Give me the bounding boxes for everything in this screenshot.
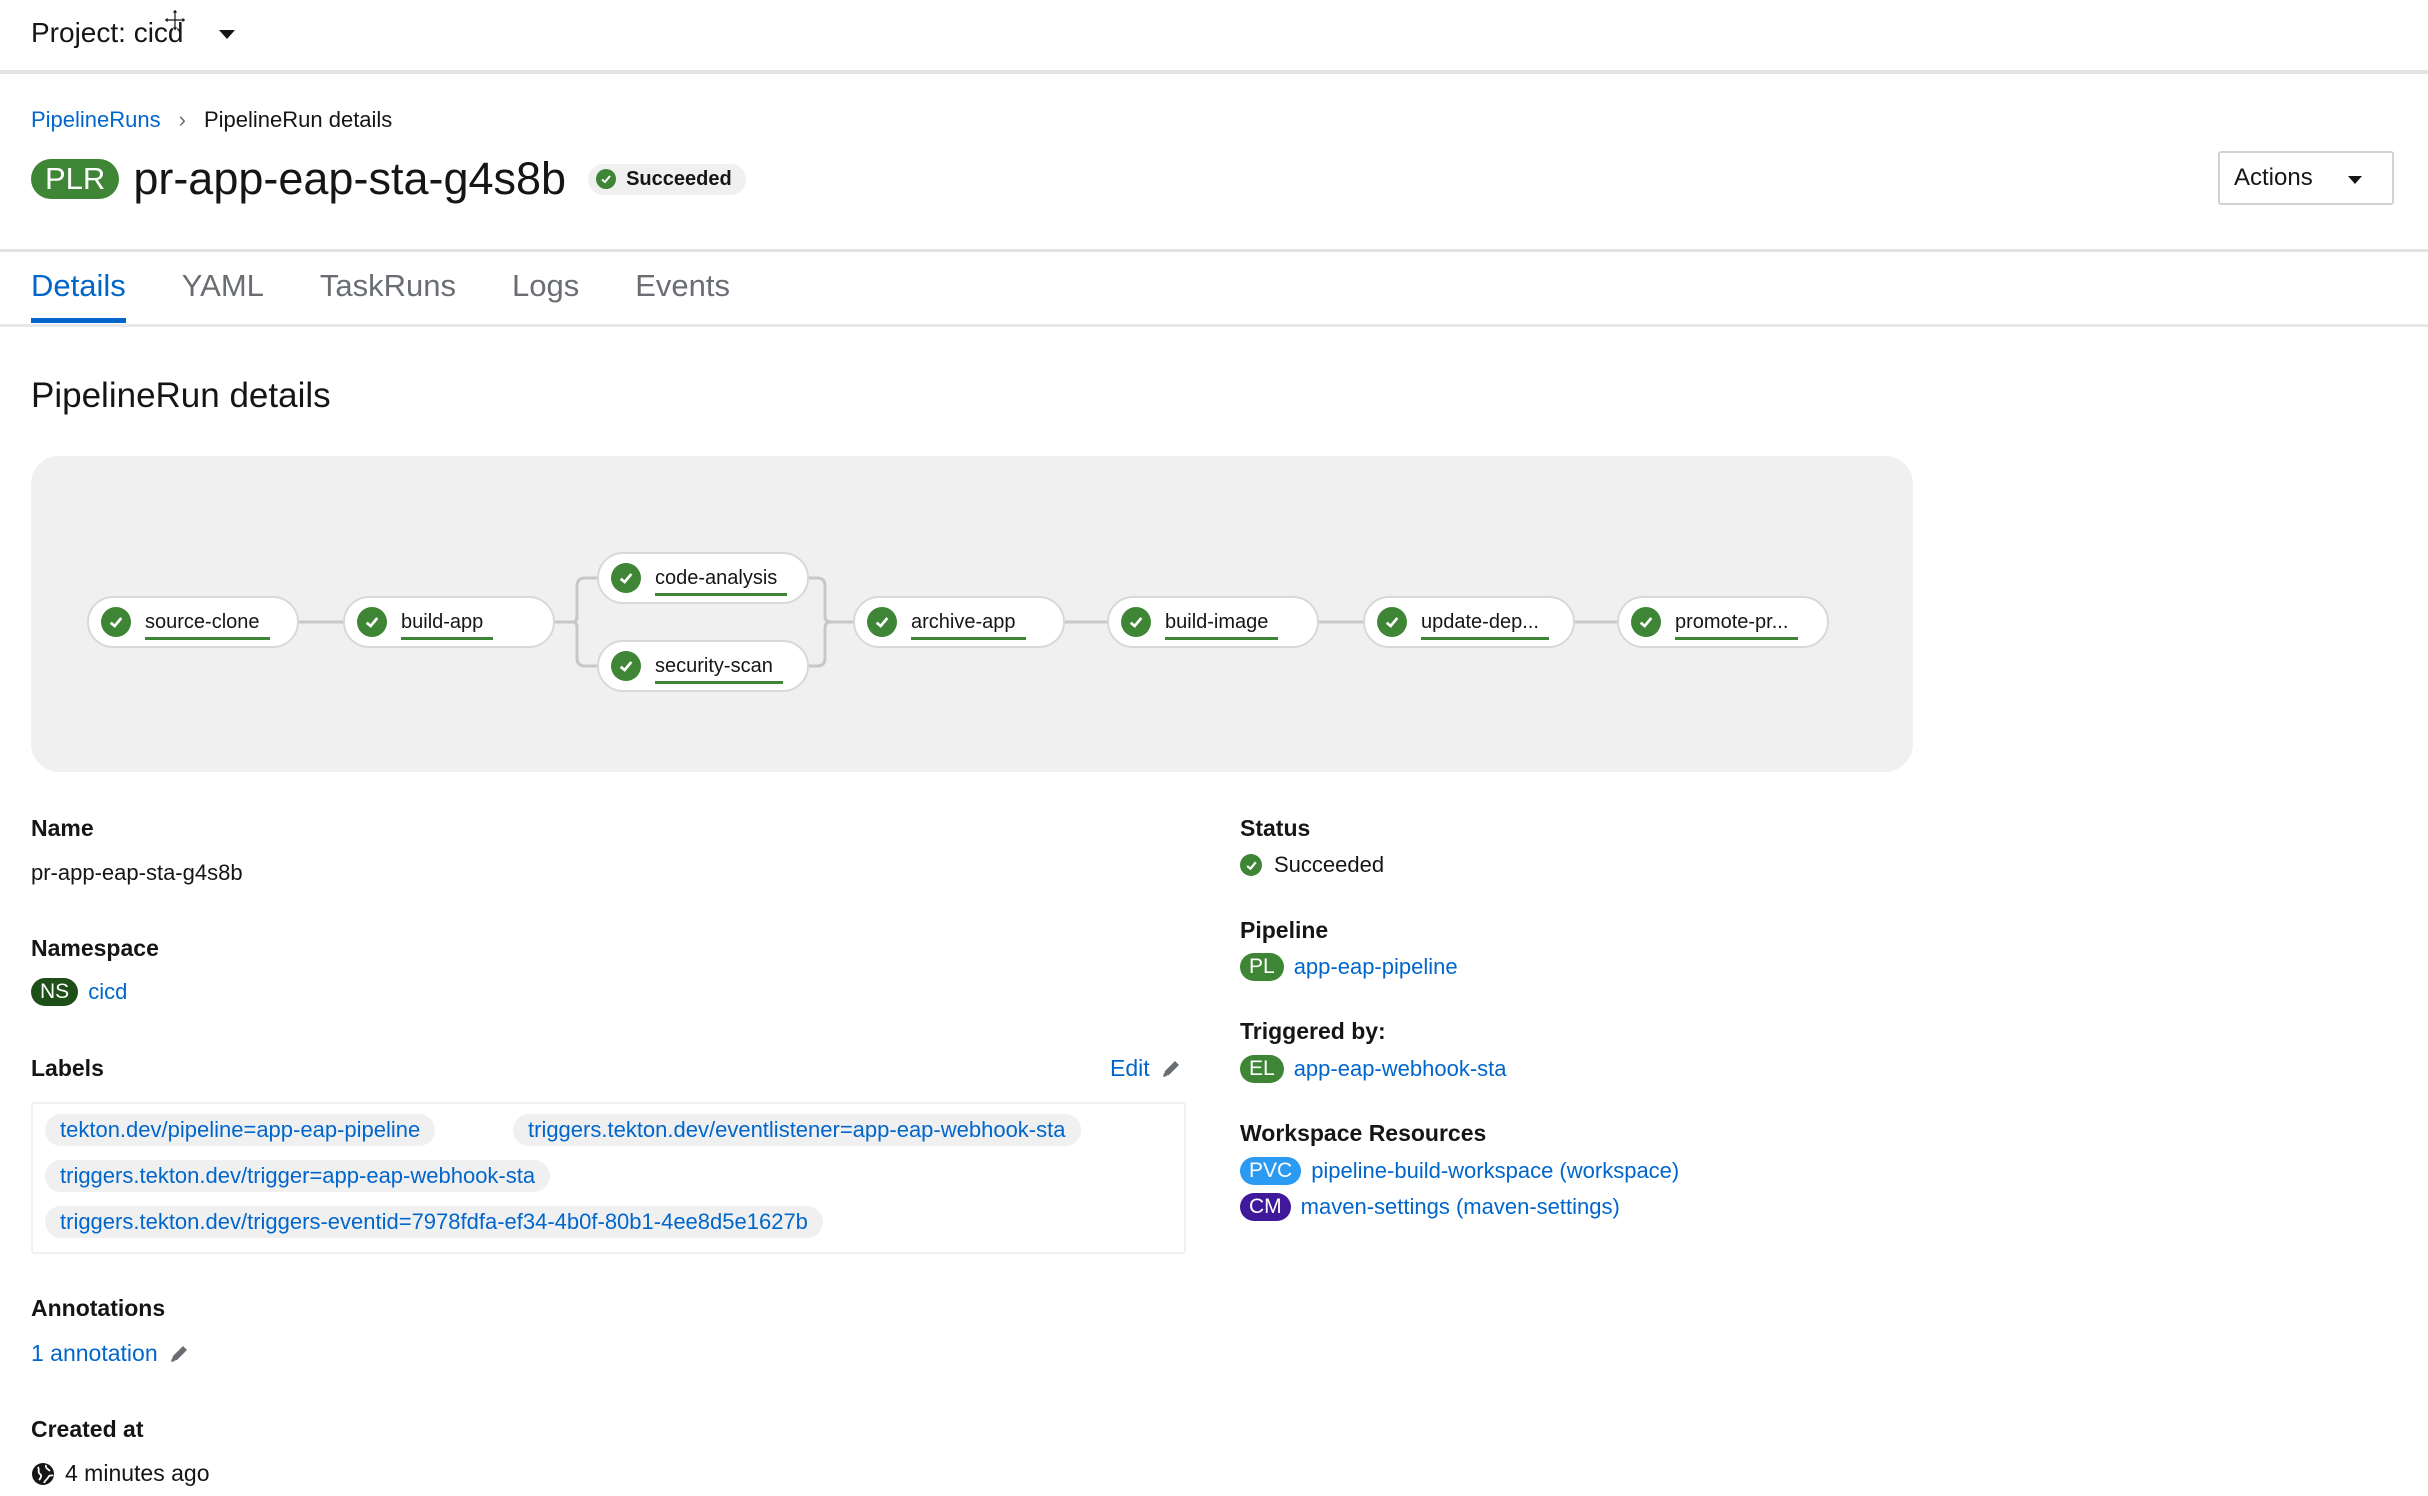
task-node-label: archive-app [911,610,1025,640]
eventlistener-badge: EL [1240,1055,1284,1083]
workspace-resources-term: Workspace Resources [1240,1120,1487,1146]
task-node-archive-app[interactable]: archive-app [853,596,1065,648]
task-node-promote[interactable]: promote-pr... [1617,596,1829,648]
edit-labels-label: Edit [1110,1055,1150,1081]
tab-yaml[interactable]: YAML [182,268,264,320]
status-value: Succeeded [1240,852,1384,878]
label-chip[interactable]: tekton.dev/pipeline=app-eap-pipeline [45,1114,436,1146]
task-node-label: update-dep... [1421,610,1549,640]
created-time: 4 minutes ago [65,1460,210,1486]
project-selector[interactable]: Project: cicd [31,17,184,49]
success-check-icon [867,607,897,637]
project-dropdown-caret-icon[interactable] [219,30,235,39]
pipeline-graph: source-clone build-app code-analysis sec… [31,456,1913,772]
task-node-security-scan[interactable]: security-scan [597,640,809,692]
breadcrumb-separator-icon: › [178,107,186,132]
pencil-icon [1162,1060,1179,1077]
annotations-link[interactable]: 1 annotation [31,1340,190,1367]
name-term: Name [31,815,94,841]
namespace-value: NS cicd [31,978,127,1006]
pipeline-term: Pipeline [1240,917,1329,943]
pvc-badge: PVC [1240,1157,1302,1185]
tab-logs[interactable]: Logs [512,268,579,320]
breadcrumb-pipelineruns-link[interactable]: PipelineRuns [31,107,161,133]
move-cursor-icon [163,8,187,32]
tab-bar: Details YAML TaskRuns Logs Events [31,268,786,323]
annotations-term: Annotations [31,1295,166,1321]
success-check-icon [1240,854,1262,876]
namespace-link[interactable]: cicd [88,979,127,1005]
status-badge: Succeeded [588,163,746,195]
configmap-link[interactable]: maven-settings (maven-settings) [1301,1194,1620,1220]
breadcrumb: PipelineRuns › PipelineRun details [31,107,392,133]
actions-label: Actions [2234,164,2313,191]
pipeline-link[interactable]: app-eap-pipeline [1294,954,1458,980]
tab-events[interactable]: Events [635,268,730,320]
workspace-resource-item: PVC pipeline-build-workspace (workspace) [1240,1157,1679,1185]
success-check-icon [101,607,131,637]
task-node-source-clone[interactable]: source-clone [87,596,299,648]
status-text: Succeeded [1274,852,1385,877]
label-chip[interactable]: triggers.tekton.dev/triggers-eventid=797… [45,1206,823,1238]
task-node-label: promote-pr... [1675,610,1799,640]
pipelinerun-details-page: Project: cicd PipelineRuns › PipelineRun… [0,0,2428,1496]
success-check-icon [1631,607,1661,637]
task-node-code-analysis[interactable]: code-analysis [597,552,809,604]
task-node-build-app[interactable]: build-app [343,596,555,648]
tab-taskruns[interactable]: TaskRuns [320,268,456,320]
edit-labels-link[interactable]: Edit [1110,1055,1182,1082]
success-check-icon [611,651,641,681]
label-chip[interactable]: triggers.tekton.dev/eventlistener=app-ea… [513,1114,1081,1146]
namespace-term: Namespace [31,935,159,961]
actions-dropdown[interactable]: Actions [2218,151,2394,205]
created-term: Created at [31,1416,144,1442]
pipeline-value: PL app-eap-pipeline [1240,953,1458,981]
labels-box: tekton.dev/pipeline=app-eap-pipeline tri… [31,1102,1186,1254]
task-node-label: security-scan [655,654,783,684]
created-value: 4 minutes ago [31,1460,209,1487]
labels-term: Labels [31,1055,104,1081]
page-title: pr-app-eap-sta-g4s8b [133,153,567,204]
globe-icon [32,1462,54,1485]
task-node-label: build-image [1165,610,1279,640]
title-row: PLR pr-app-eap-sta-g4s8b Succeeded [31,153,746,205]
pvc-link[interactable]: pipeline-build-workspace (workspace) [1311,1158,1679,1184]
pipeline-badge: PL [1240,953,1284,981]
status-term: Status [1240,815,1311,841]
success-check-icon [1121,607,1151,637]
divider [0,249,2428,252]
annotations-value: 1 annotation [31,1340,158,1366]
task-node-label: source-clone [145,610,269,640]
triggered-by-value: EL app-eap-webhook-sta [1240,1055,1507,1083]
section-title: PipelineRun details [31,376,331,415]
name-value: pr-app-eap-sta-g4s8b [31,860,243,885]
label-chip[interactable]: triggers.tekton.dev/trigger=app-eap-webh… [45,1160,551,1192]
plr-badge: PLR [31,159,120,199]
success-check-icon [611,563,641,593]
tab-details[interactable]: Details [31,268,126,323]
divider [0,324,2428,327]
task-node-build-image[interactable]: build-image [1107,596,1319,648]
workspace-resource-item: CM maven-settings (maven-settings) [1240,1193,1620,1221]
breadcrumb-current: PipelineRun details [203,107,393,132]
success-check-icon [357,607,387,637]
task-node-update-deployment[interactable]: update-dep... [1363,596,1575,648]
status-badge-label: Succeeded [626,167,732,190]
configmap-badge: CM [1240,1193,1291,1221]
task-node-label: build-app [401,610,494,640]
triggered-by-term: Triggered by: [1240,1018,1386,1044]
eventlistener-link[interactable]: app-eap-webhook-sta [1294,1056,1507,1082]
task-node-label: code-analysis [655,566,788,596]
pencil-icon [170,1345,187,1362]
project-bar: Project: cicd [0,0,2428,74]
success-check-icon [1377,607,1407,637]
namespace-badge: NS [31,978,79,1006]
success-check-icon [596,169,617,189]
chevron-down-icon [2348,176,2362,184]
